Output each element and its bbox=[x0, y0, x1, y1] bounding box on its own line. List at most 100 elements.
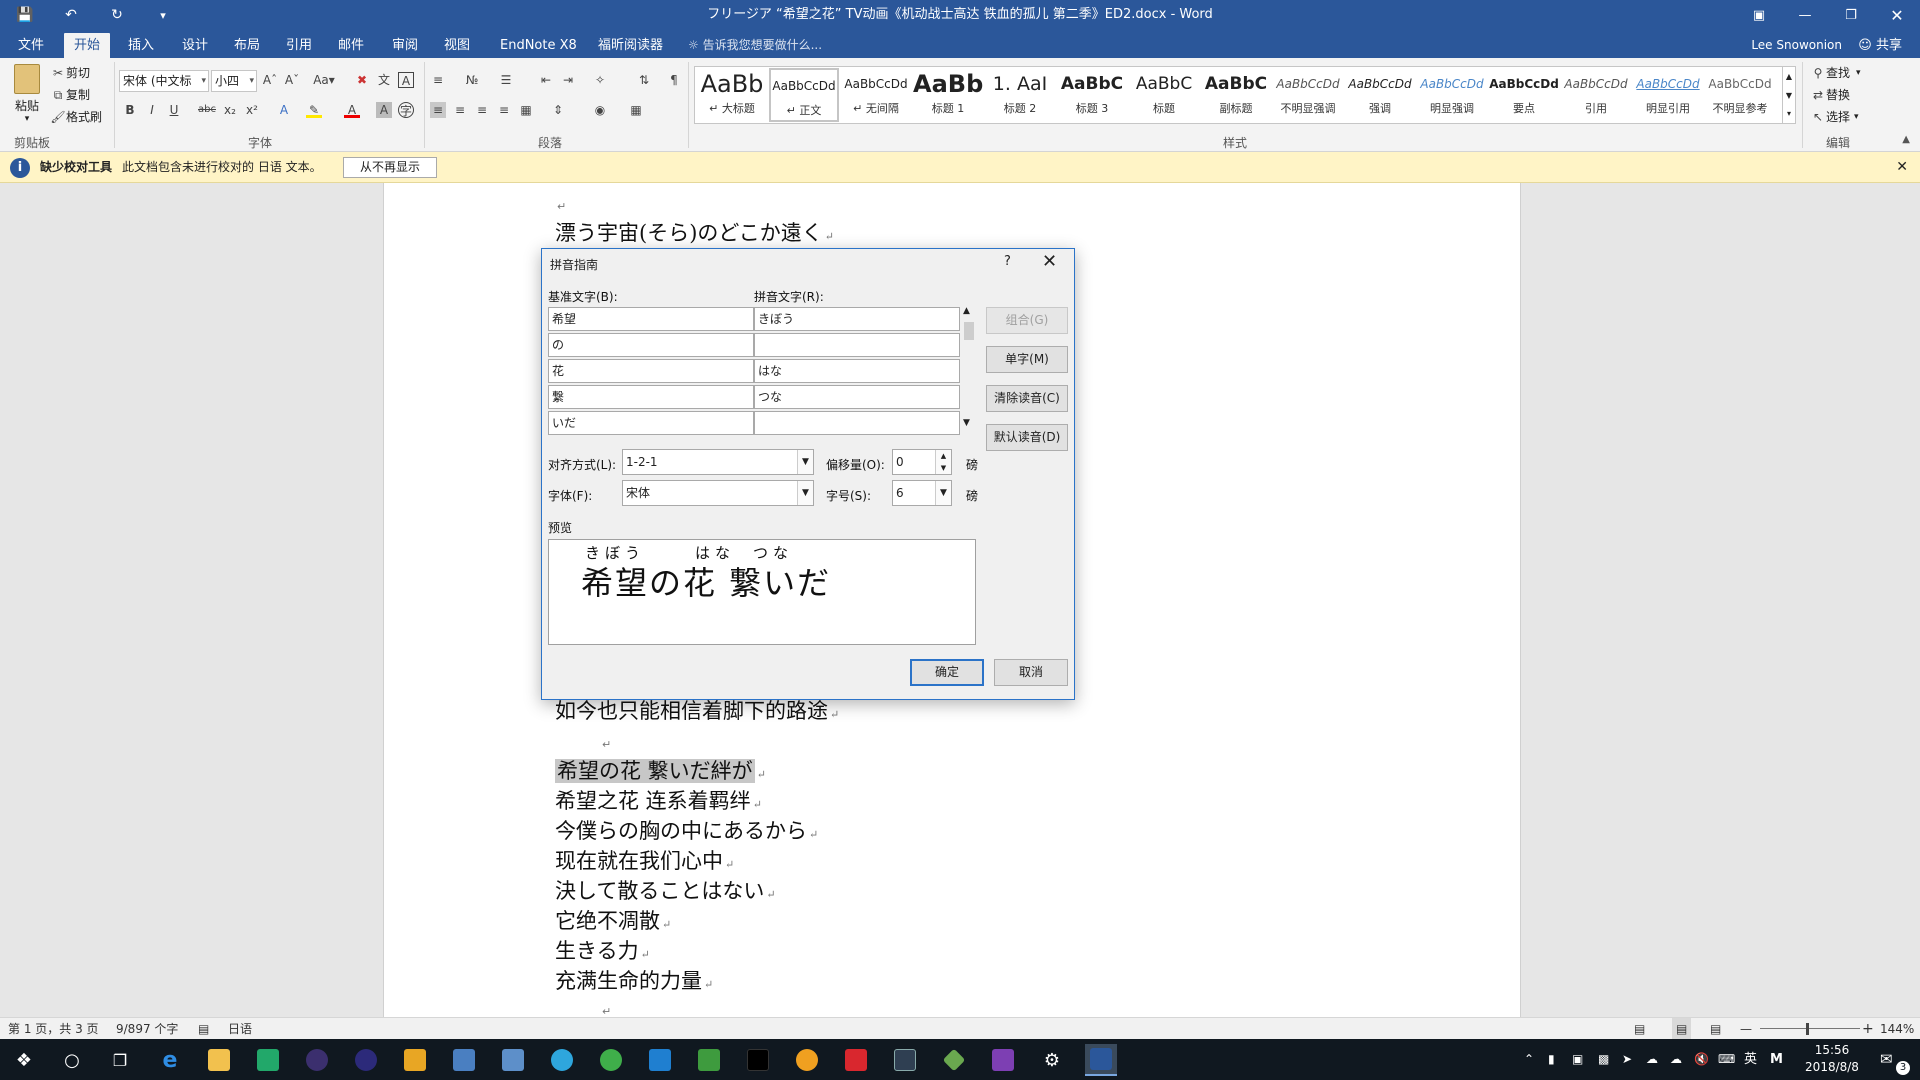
remote-desktop-icon[interactable] bbox=[497, 1044, 529, 1076]
enclose-characters-button[interactable]: 字 bbox=[398, 102, 414, 118]
default-ruby-button[interactable]: 默认读音(D) bbox=[986, 424, 1068, 451]
group-button[interactable]: 组合(G) bbox=[986, 307, 1068, 334]
zoom-level[interactable]: 144% bbox=[1880, 1018, 1914, 1040]
superscript-button[interactable]: x² bbox=[244, 102, 260, 118]
close-window-button[interactable]: ✕ bbox=[1874, 0, 1920, 30]
bullets-button[interactable]: ≡ bbox=[430, 72, 446, 88]
style-strong[interactable]: AaBbCcDd 要点 bbox=[1489, 68, 1559, 122]
asian-layout-button[interactable]: ✧ bbox=[592, 72, 608, 88]
keyboard-icon[interactable]: ⌨ bbox=[1718, 1039, 1735, 1080]
decrease-indent-button[interactable]: ⇤ bbox=[538, 72, 554, 88]
ruby-text-cell[interactable] bbox=[754, 411, 960, 435]
network-app-icon[interactable] bbox=[448, 1044, 480, 1076]
shrink-font-button[interactable]: Aˇ bbox=[284, 72, 300, 88]
word-icon[interactable] bbox=[1085, 1044, 1117, 1076]
notification-center-icon[interactable]: ✉ bbox=[1880, 1039, 1893, 1080]
find-button[interactable]: ⚲ 查找 ▾ bbox=[1810, 64, 1861, 81]
multilevel-list-button[interactable]: ☰ bbox=[498, 72, 514, 88]
line-spacing-button[interactable]: ⇕ bbox=[550, 102, 566, 118]
bold-button[interactable]: B bbox=[122, 102, 138, 118]
help-button[interactable]: ? bbox=[1004, 254, 1011, 269]
base-text-cell[interactable]: の bbox=[548, 333, 754, 357]
increase-indent-button[interactable]: ⇥ bbox=[560, 72, 576, 88]
rows-scrollbar[interactable]: ▲ ▼ bbox=[961, 306, 977, 432]
app-diamond-icon[interactable] bbox=[938, 1044, 970, 1076]
app-icon[interactable] bbox=[399, 1044, 431, 1076]
clock[interactable]: 15:56 2018/8/8 bbox=[1800, 1042, 1864, 1076]
web-layout-icon[interactable]: ▤ bbox=[1710, 1018, 1721, 1040]
visual-studio-icon[interactable] bbox=[987, 1044, 1019, 1076]
ruby-text-cell[interactable]: はな bbox=[754, 359, 960, 383]
style-subtle-reference[interactable]: AaBbCcDd 不明显参考 bbox=[1705, 68, 1775, 122]
chevron-up-icon[interactable]: ⌃ bbox=[1524, 1039, 1534, 1080]
distributed-button[interactable]: ▦ bbox=[518, 102, 534, 118]
tab-references[interactable]: 引用 bbox=[276, 33, 322, 58]
read-mode-icon[interactable]: ▤ bbox=[1634, 1018, 1645, 1040]
clear-formatting-button[interactable]: ✖ bbox=[354, 72, 370, 88]
style-normal[interactable]: AaBbCcDd ↵ 正文 bbox=[769, 68, 839, 122]
telegram-tray-icon[interactable]: ➤ bbox=[1622, 1039, 1632, 1080]
app-green-icon[interactable] bbox=[595, 1044, 627, 1076]
subscript-button[interactable]: x₂ bbox=[222, 102, 238, 118]
paste-button[interactable]: 粘贴 ▾ bbox=[10, 64, 44, 124]
edge-icon[interactable]: e bbox=[154, 1044, 186, 1076]
zoom-in-icon[interactable]: + bbox=[1862, 1018, 1874, 1040]
document-line[interactable]: 它绝不凋散 ↵ bbox=[555, 905, 671, 935]
select-button[interactable]: ↖ 选择 ▾ bbox=[1810, 108, 1859, 125]
collapse-ribbon-icon[interactable]: ▲ bbox=[1902, 134, 1910, 145]
style-heading-1[interactable]: AaBb 标题 1 bbox=[913, 68, 983, 122]
volume-muted-icon[interactable]: 🔇 bbox=[1694, 1039, 1709, 1080]
base-text-cell[interactable]: 希望 bbox=[548, 307, 754, 331]
style-intense-quote[interactable]: AaBbCcDd 明显引用 bbox=[1633, 68, 1703, 122]
document-line[interactable]: 今僕らの胸の中にあるから ↵ bbox=[555, 815, 818, 845]
scrollbar-thumb[interactable] bbox=[964, 322, 974, 340]
size-select[interactable]: 6 ▼ bbox=[892, 480, 952, 506]
eclipse-icon[interactable] bbox=[301, 1044, 333, 1076]
eclipse-alt-icon[interactable] bbox=[350, 1044, 382, 1076]
tab-mailings[interactable]: 邮件 bbox=[328, 33, 374, 58]
underline-button[interactable]: U bbox=[166, 102, 182, 118]
qq-icon[interactable] bbox=[791, 1044, 823, 1076]
style-big-title[interactable]: AaBb ↵ 大标题 bbox=[697, 68, 767, 122]
zoom-out-icon[interactable]: — bbox=[1740, 1018, 1752, 1040]
windows-start-icon[interactable]: ❖ bbox=[8, 1044, 40, 1076]
sort-button[interactable]: ⇅ bbox=[636, 72, 652, 88]
zoom-slider-thumb[interactable] bbox=[1806, 1023, 1809, 1035]
ime-indicator[interactable]: 英 bbox=[1744, 1039, 1757, 1080]
base-text-cell[interactable]: 花 bbox=[548, 359, 754, 383]
highlight-button[interactable]: ✎ bbox=[306, 102, 322, 118]
offset-stepper[interactable]: 0 ▲ ▼ bbox=[892, 449, 952, 475]
show-marks-button[interactable]: ¶ bbox=[666, 72, 682, 88]
tab-insert[interactable]: 插入 bbox=[118, 33, 164, 58]
print-layout-icon[interactable]: ▤ bbox=[1672, 1018, 1692, 1040]
document-line[interactable]: 生きる力 ↵ bbox=[555, 935, 650, 965]
tab-file[interactable]: 文件 bbox=[8, 33, 54, 58]
document-line[interactable]: 希望之花 连系着羁绊 ↵ bbox=[555, 785, 762, 815]
style-subtitle[interactable]: AaBbC 副标题 bbox=[1201, 68, 1271, 122]
onedrive-icon[interactable]: ☁ bbox=[1670, 1039, 1682, 1080]
clear-ruby-button[interactable]: 清除读音(C) bbox=[986, 385, 1068, 412]
app-android-icon[interactable] bbox=[693, 1044, 725, 1076]
style-intense-emphasis[interactable]: AaBbCcDd 明显强调 bbox=[1417, 68, 1487, 122]
alignment-select[interactable]: 1-2-1 ▼ bbox=[622, 449, 814, 475]
cancel-button[interactable]: 取消 bbox=[994, 659, 1068, 686]
ime-mode-icon[interactable]: M bbox=[1770, 1039, 1783, 1080]
phonetic-guide-button[interactable]: 文 bbox=[376, 72, 392, 88]
chevron-up-icon[interactable]: ▲ bbox=[963, 306, 970, 316]
word-count[interactable]: 9/897 个字 bbox=[116, 1018, 178, 1040]
usb-icon[interactable]: ▮ bbox=[1548, 1039, 1555, 1080]
ruby-text-cell[interactable] bbox=[754, 333, 960, 357]
tab-view[interactable]: 视图 bbox=[434, 33, 480, 58]
tab-layout[interactable]: 布局 bbox=[224, 33, 270, 58]
ruby-text-cell[interactable]: つな bbox=[754, 385, 960, 409]
ribbon-display-options-icon[interactable]: ▣ bbox=[1736, 0, 1782, 30]
base-text-cell[interactable]: 繋 bbox=[548, 385, 754, 409]
maximize-button[interactable]: ❐ bbox=[1828, 0, 1874, 30]
replace-button[interactable]: ⇄ 替换 bbox=[1810, 86, 1850, 103]
align-right-button[interactable]: ≡ bbox=[474, 102, 490, 118]
proofing-icon[interactable]: ▤ bbox=[198, 1018, 209, 1040]
tab-review[interactable]: 审阅 bbox=[382, 33, 428, 58]
style-emphasis[interactable]: AaBbCcDd 强调 bbox=[1345, 68, 1415, 122]
tab-design[interactable]: 设计 bbox=[172, 33, 218, 58]
language-indicator[interactable]: 日语 bbox=[228, 1018, 252, 1040]
